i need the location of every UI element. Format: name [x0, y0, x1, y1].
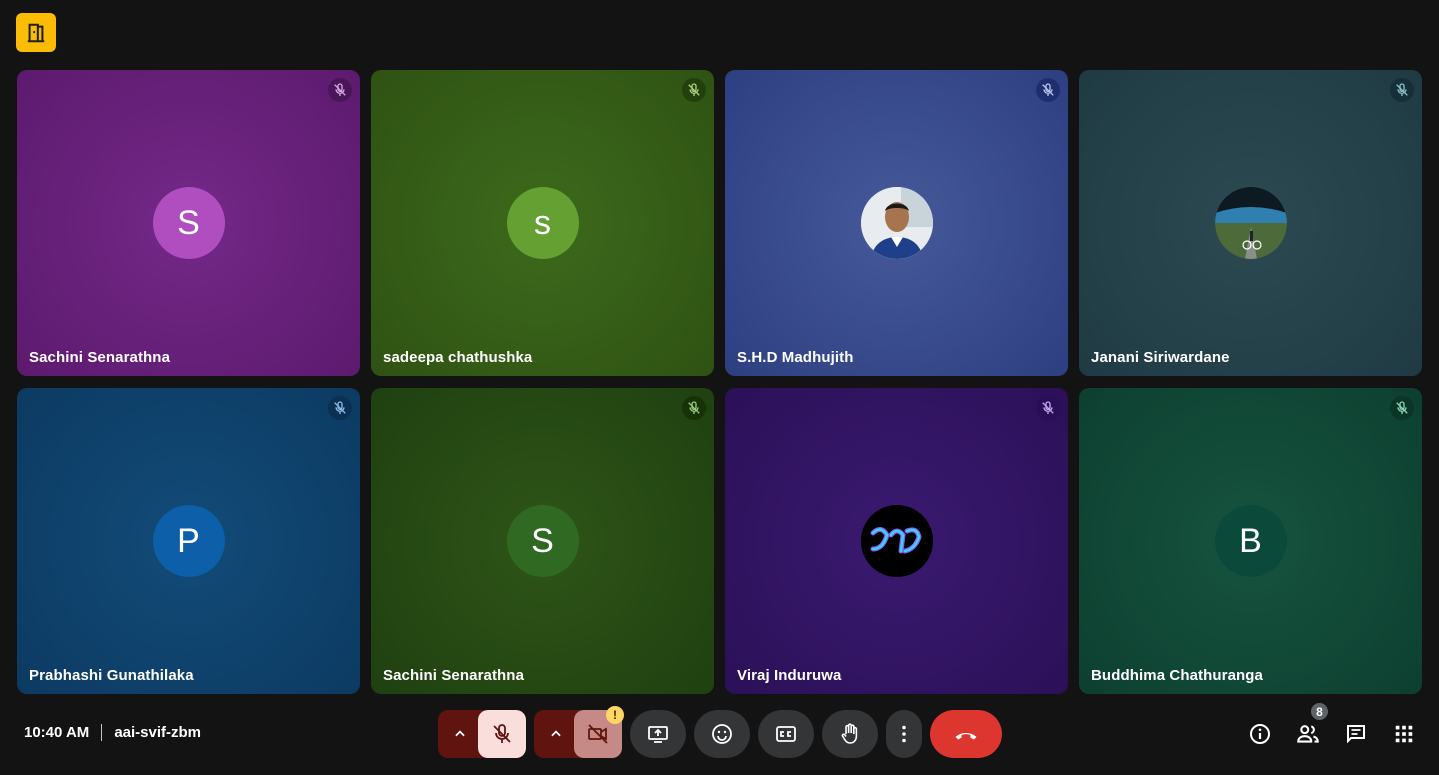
activities-icon [1395, 725, 1413, 743]
emoji-icon [712, 724, 732, 744]
more-vert-icon [902, 725, 906, 743]
participant-mic-status [328, 396, 352, 420]
participant-name: Viraj Induruwa [737, 667, 842, 684]
participant-mic-status [1036, 78, 1060, 102]
reactions-button[interactable] [694, 710, 750, 758]
video-options-button[interactable] [534, 710, 578, 758]
participant-mic-status [328, 78, 352, 102]
video-group: ! [534, 706, 624, 758]
meeting-info-button[interactable] [1242, 716, 1278, 752]
participant-tile[interactable]: s sadeepa chathushka [371, 70, 714, 376]
avatar-initial: s [534, 203, 551, 242]
participant-avatar [860, 505, 933, 577]
meeting-details: 10:40 AM aai-svif-zbm [24, 724, 201, 741]
meeting-logo[interactable] [16, 13, 56, 52]
mic-off-icon [493, 724, 511, 743]
participant-avatar: s [506, 187, 579, 259]
participant-avatar: S [506, 505, 579, 577]
profile-logo [860, 505, 933, 577]
more-options-button[interactable] [886, 710, 922, 758]
camera-off-icon [588, 724, 608, 744]
control-bar: 10:40 AM aai-svif-zbm ! 8 [0, 700, 1439, 775]
chat-icon [1347, 725, 1365, 744]
participant-tile[interactable]: Viraj Induruwa [725, 388, 1068, 694]
mic-off-icon [1396, 401, 1408, 414]
present-screen-icon [648, 726, 668, 743]
captions-icon [776, 726, 796, 742]
profile-photo [1214, 187, 1287, 259]
divider [101, 724, 103, 741]
participant-tile[interactable]: S Sachini Senarathna [371, 388, 714, 694]
participant-name: Sachini Senarathna [29, 349, 171, 366]
hand-icon [841, 723, 858, 744]
meeting-code: aai-svif-zbm [114, 724, 202, 741]
activities-button[interactable] [1386, 716, 1422, 752]
participant-name: sadeepa chathushka [383, 349, 533, 366]
mic-off-icon [334, 401, 346, 414]
mic-off-icon [1042, 401, 1054, 414]
participant-mic-status [682, 78, 706, 102]
call-end-icon [955, 732, 977, 740]
captions-button[interactable] [758, 710, 814, 758]
clock-time: 10:40 AM [24, 724, 90, 741]
participant-count-badge: 8 [1309, 701, 1330, 722]
people-icon [1297, 725, 1319, 743]
mic-off-icon [1042, 83, 1054, 96]
info-icon [1250, 724, 1270, 744]
camera-warning-badge: ! [606, 706, 624, 724]
participant-avatar [860, 187, 933, 259]
avatar-initial: B [1239, 521, 1262, 560]
participant-name: Prabhashi Gunathilaka [29, 667, 194, 684]
participant-avatar: B [1214, 505, 1287, 577]
participant-name: S.H.D Madhujith [737, 349, 854, 366]
chevron-up-icon [455, 730, 465, 737]
participant-mic-status [1390, 78, 1414, 102]
participant-mic-status [1036, 396, 1060, 420]
chevron-up-icon [551, 730, 561, 737]
participant-avatar: S [152, 187, 225, 259]
participant-tile[interactable]: B Buddhima Chathuranga [1079, 388, 1422, 694]
avatar-initial: S [177, 203, 200, 242]
audio-group [438, 710, 526, 758]
door-exit-icon [27, 23, 45, 42]
participant-tile[interactable]: S Sachini Senarathna [17, 70, 360, 376]
participant-mic-status [682, 396, 706, 420]
profile-photo [860, 187, 933, 259]
present-button[interactable] [630, 710, 686, 758]
participant-tile[interactable]: S.H.D Madhujith [725, 70, 1068, 376]
participant-name: Janani Siriwardane [1091, 349, 1230, 366]
participant-avatar [1214, 187, 1287, 259]
mic-off-icon [688, 401, 700, 414]
raise-hand-button[interactable] [822, 710, 878, 758]
participant-mic-status [1390, 396, 1414, 420]
participant-tile[interactable]: Janani Siriwardane [1079, 70, 1422, 376]
leave-call-button[interactable] [930, 710, 1002, 758]
mic-off-icon [1396, 83, 1408, 96]
chat-button[interactable] [1338, 716, 1374, 752]
audio-options-button[interactable] [438, 710, 482, 758]
participant-avatar: P [152, 505, 225, 577]
participant-name: Sachini Senarathna [383, 667, 525, 684]
mic-off-icon [688, 83, 700, 96]
participant-grid: S Sachini Senarathna s sadeepa chathushk… [17, 70, 1423, 694]
mic-off-icon [334, 83, 346, 96]
participant-tile[interactable]: P Prabhashi Gunathilaka [17, 388, 360, 694]
avatar-initial: S [531, 521, 554, 560]
participant-name: Buddhima Chathuranga [1091, 667, 1264, 684]
mic-toggle-button[interactable] [478, 710, 526, 758]
avatar-initial: P [177, 521, 200, 560]
